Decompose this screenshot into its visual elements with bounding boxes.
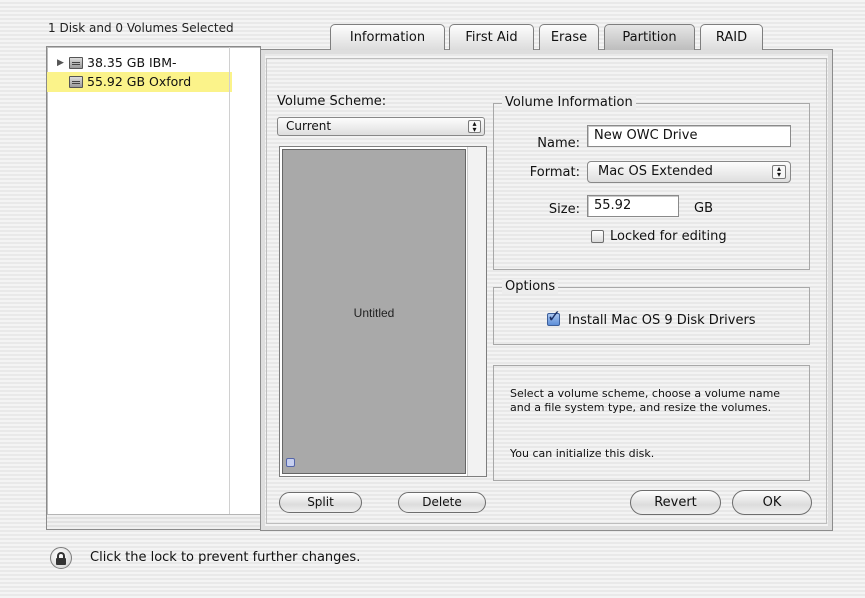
size-label: Size: [548,202,580,217]
volume-scheme-label: Volume Scheme: [277,94,387,109]
disk-item-label: 38.35 GB IBM- [87,55,177,70]
name-label: Name: [537,136,580,151]
install-drivers-label[interactable]: Install Mac OS 9 Disk Drivers [568,313,756,328]
checkmark-icon: ✓ [547,307,562,327]
volume-scheme-value: Current [286,119,332,133]
disclosure-triangle-icon[interactable]: ▶ [57,53,64,73]
lock-icon[interactable] [50,547,72,569]
lock-status-text: Click the lock to prevent further change… [90,550,361,565]
ok-button[interactable]: OK [732,490,812,515]
disk-icon [69,76,83,88]
tab-first-aid[interactable]: First Aid [449,24,534,50]
lock-icon[interactable] [286,458,295,467]
disk-list[interactable]: ▶ 38.35 GB IBM- 55.92 GB Oxford [46,46,261,530]
split-button[interactable]: Split [279,492,362,513]
volume-information-title: Volume Information [502,95,636,110]
disk-icon [69,57,83,69]
disk-item-label: 55.92 GB Oxford [87,74,192,89]
locked-for-editing-label[interactable]: Locked for editing [610,229,727,244]
delete-button[interactable]: Delete [398,492,486,513]
volume-name-field[interactable]: New OWC Drive [587,125,791,147]
locked-for-editing-checkbox[interactable] [591,230,604,243]
tab-erase[interactable]: Erase [539,24,599,50]
help-text-group [493,365,810,481]
format-label: Format: [529,165,580,180]
size-unit-label: GB [694,201,713,216]
format-value: Mac OS Extended [598,164,713,179]
popup-arrows-icon: ▴ ▾ [468,120,481,134]
revert-button[interactable]: Revert [630,490,721,515]
format-select[interactable]: Mac OS Extended ▴ ▾ [587,161,791,183]
help-text: Select a volume scheme, choose a volume … [510,387,781,414]
volume-partition-block[interactable]: Untitled [282,149,466,474]
volume-scheme-select[interactable]: Current ▴ ▾ [277,117,485,136]
volume-map[interactable]: Untitled [279,146,487,477]
list-divider [229,47,230,515]
selection-status-label: 1 Disk and 0 Volumes Selected [48,21,234,35]
volume-partition-label: Untitled [353,306,395,320]
options-title: Options [502,279,559,294]
help-text-initialize: You can initialize this disk. [510,447,655,460]
disk-item-oxford[interactable]: 55.92 GB Oxford [47,72,232,92]
install-drivers-checkbox[interactable]: ✓ [547,307,561,327]
popup-arrows-icon: ▴ ▾ [772,165,786,179]
volume-map-resize-strip [467,147,486,476]
tab-information[interactable]: Information [330,24,445,50]
volume-size-field[interactable]: 55.92 [587,195,679,217]
tab-raid[interactable]: RAID [700,24,763,50]
horizontal-scrollbar[interactable] [47,514,260,529]
tab-partition[interactable]: Partition [604,24,695,50]
